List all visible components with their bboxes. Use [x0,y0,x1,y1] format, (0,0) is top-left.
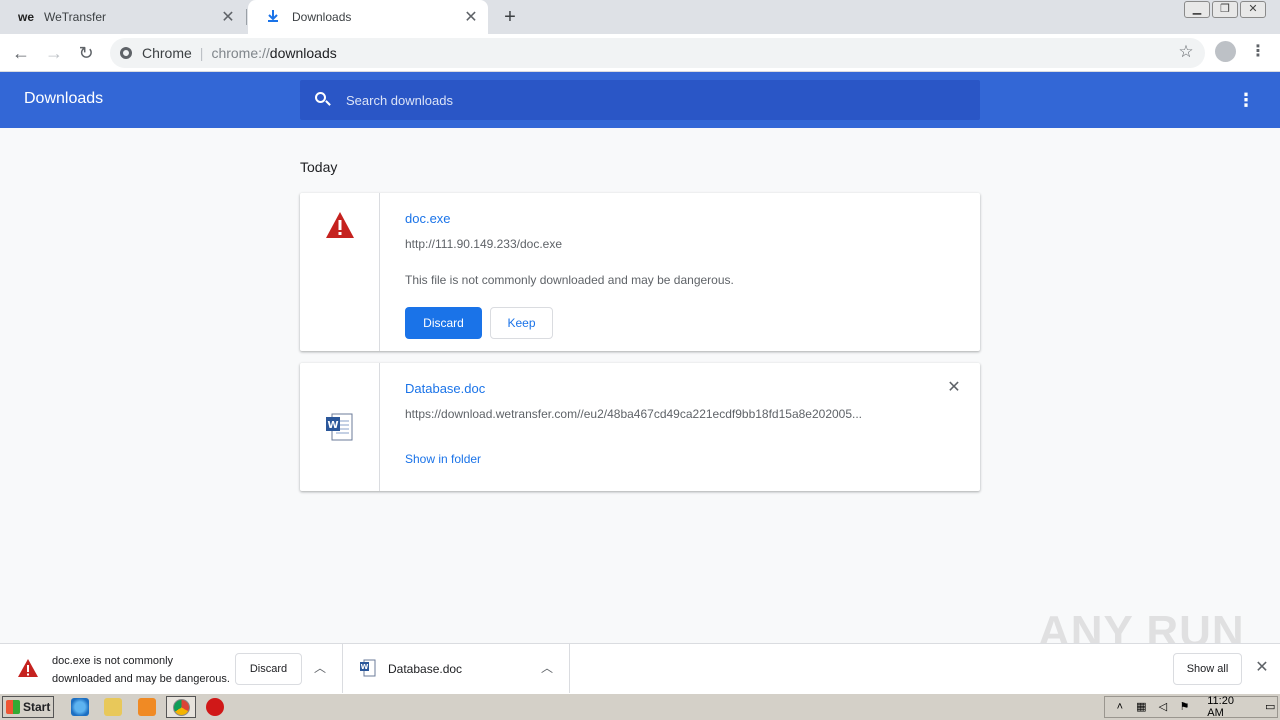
profile-avatar[interactable] [1215,41,1236,62]
action-center-flag-icon[interactable]: ⚑ [1178,700,1192,714]
tab-strip: we WeTransfer ✕ Downloads ✕ + ▁ ❐ ✕ [0,0,1280,34]
chevron-up-icon[interactable]: ︿ [312,660,328,676]
shelf-item-doc-exe[interactable]: doc.exe is not commonly downloaded and m… [0,644,343,694]
svg-text:W: W [327,420,338,431]
discard-button[interactable]: Discard [405,307,482,339]
clock[interactable]: 11:20 AM [1207,695,1251,719]
warning-icon [326,212,354,238]
download-card: W Database.doc https://download.wetransf… [300,363,980,491]
chip-divider: | [199,45,204,61]
forward-button[interactable]: → [42,41,66,65]
url-scheme: chrome:// [211,45,270,61]
address-bar[interactable]: Chrome | chrome://downloads [110,38,1205,68]
word-doc-icon: W [360,659,376,677]
page-title: Downloads [24,90,104,107]
downloads-header: Downloads ⋮ [0,72,1280,128]
chrome-site-icon [120,47,132,59]
tab-downloads[interactable]: Downloads ✕ [248,0,488,34]
file-icon-column [300,193,380,351]
search-icon [314,90,334,110]
shelf-item-database-doc[interactable]: W Database.doc ︿ [344,644,570,694]
back-button[interactable]: ← [9,41,33,65]
windows-taskbar: Start ˄ ▦ ◁ ⚑ 11:20 AM ▭ [0,693,1280,720]
download-shelf: doc.exe is not commonly downloaded and m… [0,643,1280,694]
svg-text:W: W [361,663,369,671]
media-player-icon[interactable] [138,698,156,716]
show-in-folder-link[interactable]: Show in folder [405,452,481,466]
close-shelf-icon[interactable]: ✕ [1253,659,1271,677]
download-icon [266,9,284,26]
bookmark-star-icon[interactable]: ☆ [1175,42,1197,62]
chrome-icon [173,699,190,716]
show-all-button[interactable]: Show all [1173,653,1242,685]
wetransfer-favicon-icon: we [18,10,35,24]
tab-title: WeTransfer [44,10,107,24]
restore-button[interactable]: ❐ [1212,1,1238,18]
security-alert-icon[interactable] [206,698,224,716]
minimize-button[interactable]: ▁ [1184,1,1210,18]
remove-from-list-icon[interactable]: ✕ [945,379,963,397]
tab-separator [246,9,247,25]
file-explorer-icon[interactable] [104,698,122,716]
show-desktop-icon[interactable]: ▭ [1263,700,1277,714]
warning-icon [18,659,38,677]
window-close-button[interactable]: ✕ [1240,1,1266,18]
site-chip: Chrome [142,45,192,61]
start-button[interactable]: Start [2,696,54,718]
danger-warning-text: This file is not commonly downloaded and… [405,273,734,287]
keep-button[interactable]: Keep [490,307,553,339]
tray-expand-icon[interactable]: ˄ [1113,700,1127,714]
close-tab-icon[interactable]: ✕ [217,7,239,27]
new-tab-button[interactable]: + [498,5,522,29]
file-icon-column: W [300,363,380,491]
tab-wetransfer[interactable]: we WeTransfer ✕ [0,0,245,34]
windows-logo-icon [6,700,20,714]
file-url[interactable]: https://download.wetransfer.com//eu2/48b… [405,407,900,421]
window-controls: ▁ ❐ ✕ [1182,1,1266,18]
shelf-warning-text: doc.exe is not commonly downloaded and m… [52,655,230,685]
search-box[interactable] [300,80,980,120]
system-tray: ˄ ▦ ◁ ⚑ 11:20 AM ▭ [1104,695,1278,719]
file-url[interactable]: http://111.90.149.233/doc.exe [405,237,905,251]
reload-button[interactable]: ↻ [74,41,98,65]
search-input[interactable] [346,92,946,108]
browser-toolbar: ← → ↻ Chrome | chrome://downloads ☆ [0,34,1280,72]
volume-icon[interactable]: ◁ [1156,700,1170,714]
close-tab-icon[interactable]: ✕ [460,7,482,27]
word-doc-icon: W [326,413,353,441]
chrome-menu-icon[interactable]: ⋮ [1250,41,1266,63]
date-heading: Today [300,159,338,175]
downloads-menu-icon[interactable]: ⋮ [1236,90,1256,110]
tab-title: Downloads [292,10,352,24]
shelf-file-name: Database.doc [388,662,463,676]
taskbar-chrome-button[interactable] [166,696,196,718]
file-name-link[interactable]: doc.exe [405,211,451,226]
url-host: downloads [269,45,337,61]
internet-explorer-icon[interactable] [71,698,89,716]
chevron-up-icon[interactable]: ︿ [539,660,555,676]
file-name-link[interactable]: Database.doc [405,381,485,396]
shelf-discard-button[interactable]: Discard [235,653,302,685]
start-label: Start [23,700,51,714]
network-icon[interactable]: ▦ [1135,700,1149,714]
download-card: doc.exe http://111.90.149.233/doc.exe Th… [300,193,980,351]
